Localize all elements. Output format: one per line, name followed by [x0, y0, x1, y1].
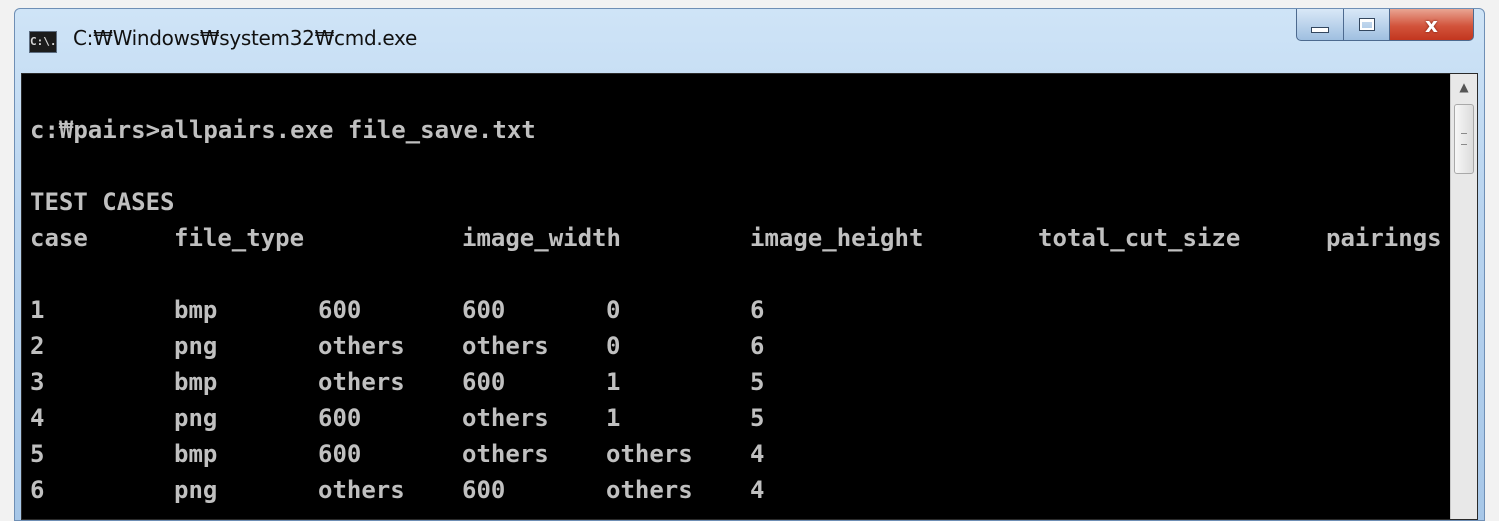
cell-pairings: 6: [750, 332, 765, 360]
cell-total-cut-size: 0: [606, 332, 621, 360]
cell-image-height: 600: [462, 296, 506, 324]
table-row: 5 bmp 600 others others 4: [30, 436, 1442, 472]
cell-total-cut-size: 1: [606, 368, 621, 396]
cell-image-width: 600: [318, 404, 362, 432]
cell-case: 4: [30, 404, 45, 432]
cell-image-width: others: [318, 368, 405, 396]
cmd-icon[interactable]: C:\.: [29, 31, 57, 53]
cell-file-type: png: [174, 332, 218, 360]
table-row: 4 png 600 others 1 5: [30, 400, 1442, 436]
cell-image-height: 600: [462, 368, 506, 396]
cell-case: 6: [30, 476, 45, 504]
cell-file-type: bmp: [174, 368, 218, 396]
cell-pairings: 4: [750, 440, 765, 468]
cmd-window: C:\. C:₩Windows₩system32₩cmd.exe x c:₩pa…: [14, 8, 1485, 521]
cell-file-type: png: [174, 476, 218, 504]
cell-file-type: bmp: [174, 440, 218, 468]
minimize-button[interactable]: [1296, 9, 1344, 41]
cell-total-cut-size: others: [606, 476, 693, 504]
cell-image-width: others: [318, 332, 405, 360]
table-row: 2 png others others 0 6: [30, 328, 1442, 364]
close-icon: x: [1425, 12, 1438, 37]
table-row: 3 bmp others 600 1 5: [30, 364, 1442, 400]
cell-file-type: bmp: [174, 296, 218, 324]
cell-image-width: 600: [318, 440, 362, 468]
cell-pairings: 5: [750, 368, 765, 396]
header-case: case: [30, 224, 88, 252]
caption-buttons: x: [1296, 9, 1474, 41]
cell-image-height: others: [462, 440, 549, 468]
maximize-button[interactable]: [1344, 9, 1390, 41]
cell-total-cut-size: others: [606, 440, 693, 468]
scroll-up-arrow-icon[interactable]: ▲: [1451, 80, 1477, 94]
title-bar[interactable]: C:\. C:₩Windows₩system32₩cmd.exe x: [15, 9, 1484, 73]
table-row: 6 png others 600 others 4: [30, 472, 1442, 508]
header-image-height: image_height: [750, 224, 924, 252]
console-output: c:₩pairs>allpairs.exe file_save.txt TEST…: [30, 112, 1442, 508]
cell-image-height: others: [462, 332, 549, 360]
cell-image-height: others: [462, 404, 549, 432]
cell-pairings: 4: [750, 476, 765, 504]
cell-image-width: 600: [318, 296, 362, 324]
cell-case: 1: [30, 296, 45, 324]
cell-pairings: 5: [750, 404, 765, 432]
cell-file-type: png: [174, 404, 218, 432]
header-pairings: pairings: [1326, 224, 1442, 252]
cell-image-height: 600: [462, 476, 506, 504]
cell-case: 5: [30, 440, 45, 468]
cell-image-width: others: [318, 476, 405, 504]
cell-total-cut-size: 1: [606, 404, 621, 432]
cell-case: 2: [30, 332, 45, 360]
header-total-cut-size: total_cut_size: [1038, 224, 1241, 252]
section-title: TEST CASES: [30, 188, 175, 216]
header-image-width: image_width: [462, 224, 621, 252]
console-area[interactable]: c:₩pairs>allpairs.exe file_save.txt TEST…: [21, 73, 1478, 520]
close-button[interactable]: x: [1390, 9, 1474, 41]
minimize-icon: [1311, 26, 1329, 33]
cell-total-cut-size: 0: [606, 296, 621, 324]
vertical-scrollbar[interactable]: ▲: [1450, 74, 1477, 519]
header-file-type: file_type: [174, 224, 305, 252]
header-row: case file_type image_width image_height …: [30, 220, 1442, 256]
cell-pairings: 6: [750, 296, 765, 324]
command-line: c:₩pairs>allpairs.exe file_save.txt: [30, 116, 536, 144]
grip-icon: [1461, 133, 1467, 145]
window-title: C:₩Windows₩system32₩cmd.exe: [73, 26, 417, 50]
scroll-thumb[interactable]: [1454, 104, 1474, 174]
table-row: 1 bmp 600 600 0 6: [30, 292, 1442, 328]
cell-case: 3: [30, 368, 45, 396]
maximize-icon: [1358, 18, 1375, 31]
